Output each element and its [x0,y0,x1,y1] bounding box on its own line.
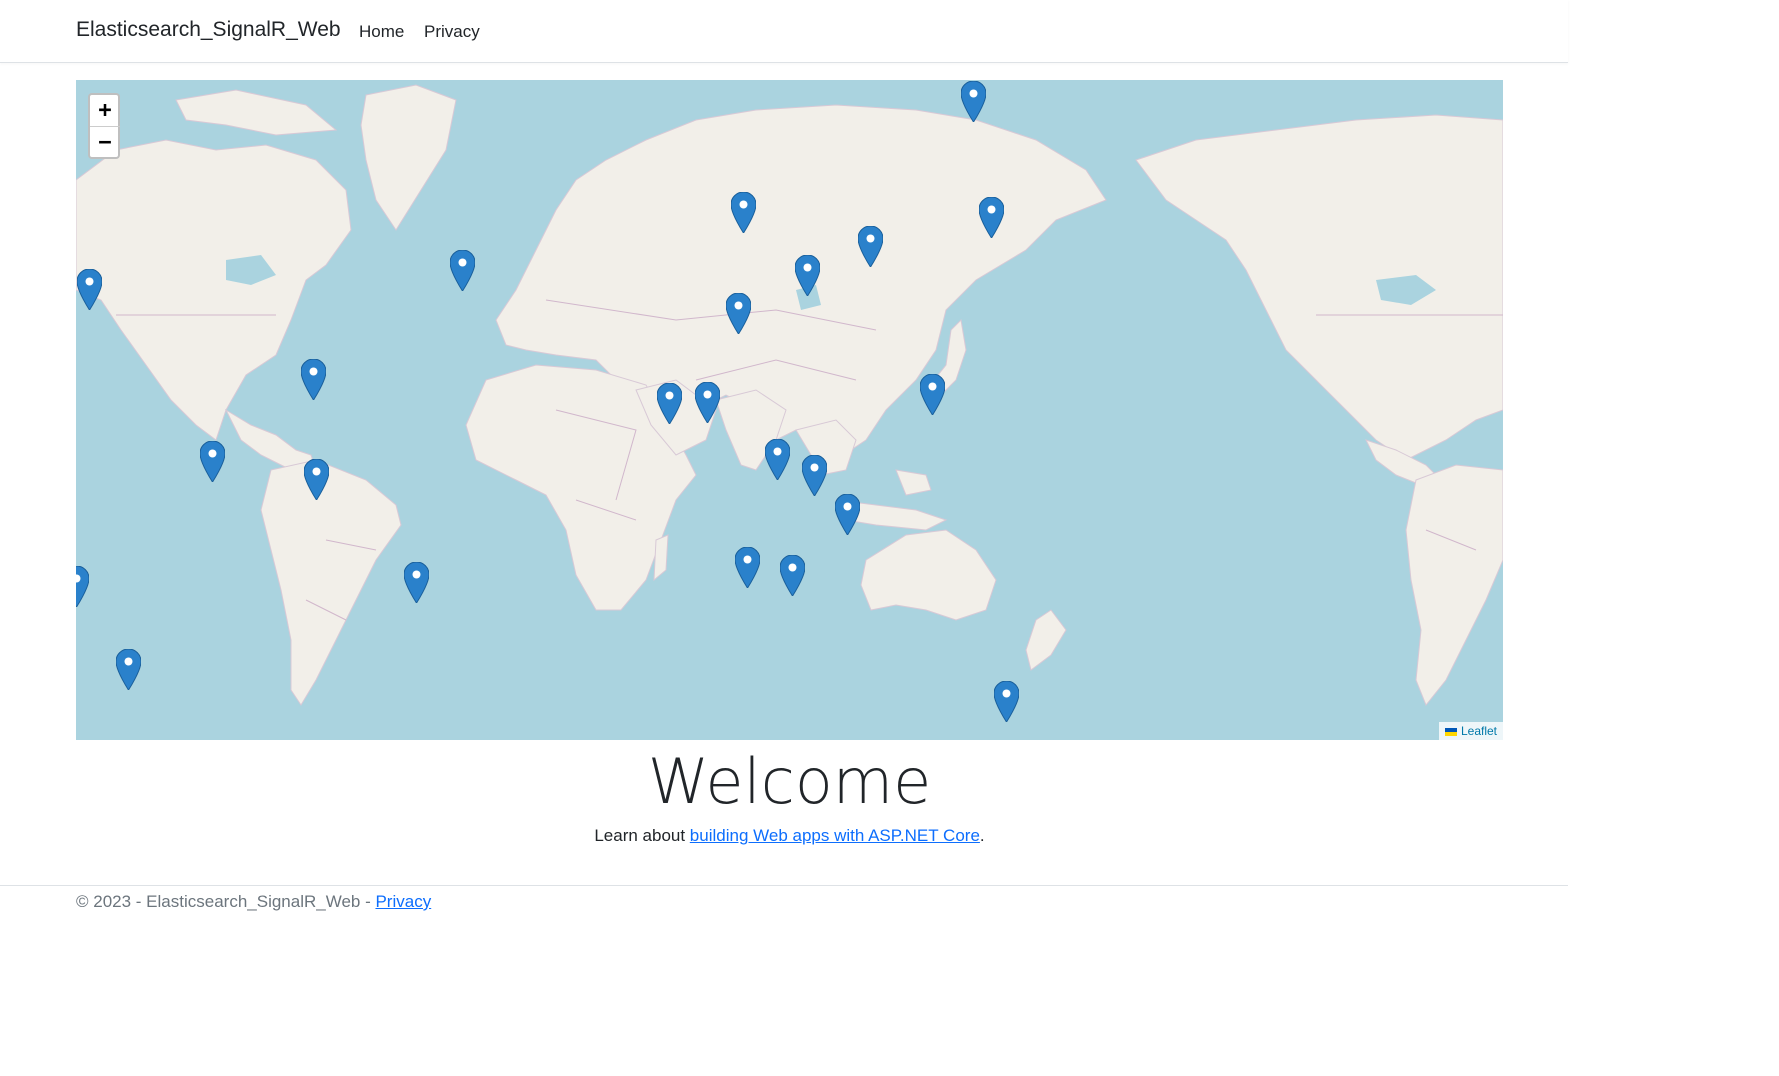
map-marker-icon[interactable] [77,269,102,310]
page-title: Welcome [647,745,932,818]
nav-home-link[interactable]: Home [359,22,404,42]
map-marker-icon[interactable] [802,455,827,496]
map-marker-icon[interactable] [404,562,429,603]
map-marker-icon[interactable] [726,293,751,334]
map-marker-icon[interactable] [200,441,225,482]
map-marker-icon[interactable] [780,555,805,596]
map-marker-icon[interactable] [301,359,326,400]
zoom-out-button[interactable]: − [90,127,120,158]
zoom-control: + − [88,93,120,159]
ukraine-flag-icon [1444,728,1457,736]
map-attribution[interactable]: Leaflet [1438,722,1503,740]
navbar: Elasticsearch_SignalR_Web Home Privacy [0,0,1568,63]
leaflet-link[interactable]: Leaflet [1461,724,1497,738]
nav-privacy-link[interactable]: Privacy [424,22,480,42]
map-marker-icon[interactable] [765,439,790,480]
map-marker-icon[interactable] [920,374,945,415]
map-marker-icon[interactable] [858,226,883,267]
map-marker-icon[interactable] [76,566,89,607]
zoom-in-button[interactable]: + [90,95,120,127]
map-marker-icon[interactable] [695,382,720,423]
map-marker-icon[interactable] [979,197,1004,238]
learn-prefix: Learn about [594,826,690,845]
map-marker-icon[interactable] [304,459,329,500]
learn-text: Learn about building Web apps with ASP.N… [0,826,1579,846]
map-marker-icon[interactable] [735,547,760,588]
brand-link[interactable]: Elasticsearch_SignalR_Web [76,18,341,42]
map-marker-icon[interactable] [835,494,860,535]
footer: © 2023 - Elasticsearch_SignalR_Web - Pri… [0,885,1568,949]
map-marker-icon[interactable] [731,192,756,233]
aspnet-docs-link[interactable]: building Web apps with ASP.NET Core [690,826,980,845]
footer-privacy-link[interactable]: Privacy [375,892,431,911]
map-marker-icon[interactable] [994,681,1019,722]
map-tiles [76,84,1503,706]
footer-text: © 2023 - Elasticsearch_SignalR_Web - Pri… [76,892,431,912]
map-marker-icon[interactable] [795,255,820,296]
map-marker-icon[interactable] [450,250,475,291]
learn-suffix: . [979,826,985,845]
map-marker-icon[interactable] [961,81,986,122]
world-map[interactable]: + − Leaflet [76,80,1503,740]
footer-copyright: © 2023 - Elasticsearch_SignalR_Web - [76,892,376,911]
map-marker-icon[interactable] [116,649,141,690]
map-marker-icon[interactable] [657,383,682,424]
